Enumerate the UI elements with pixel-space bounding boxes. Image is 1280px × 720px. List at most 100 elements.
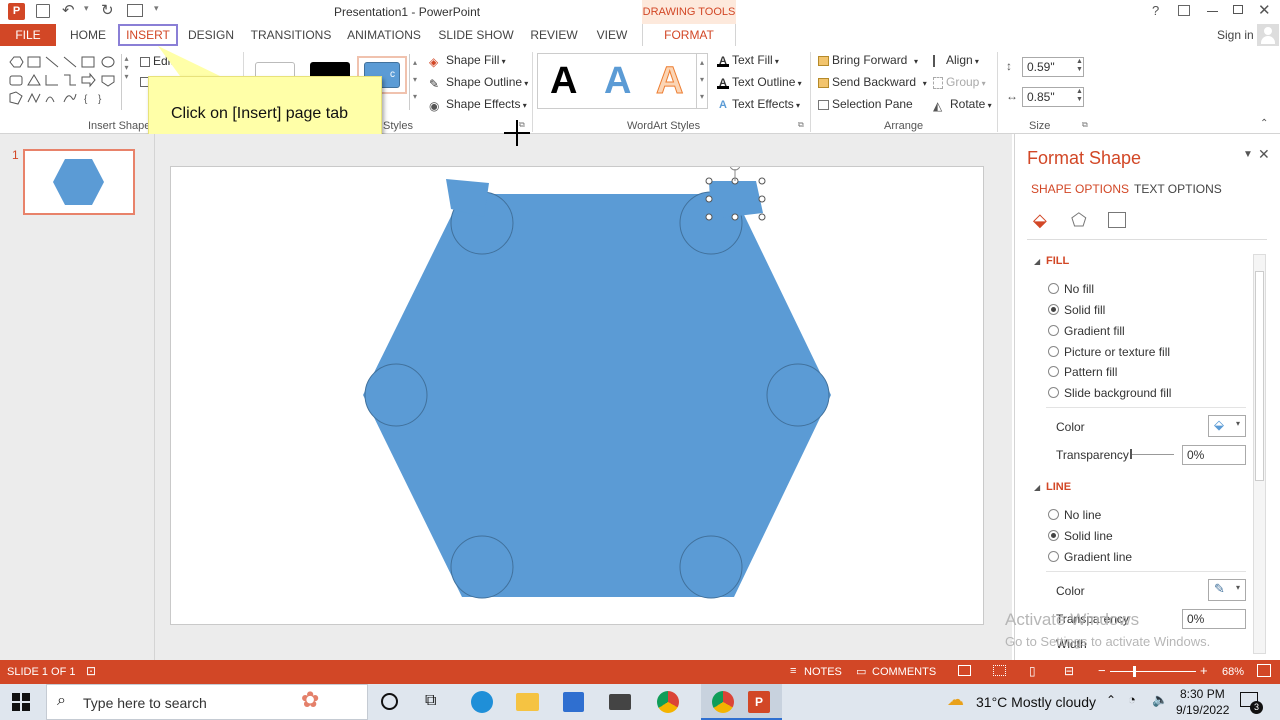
zoom-slider[interactable] [1110,671,1196,672]
redo-icon[interactable]: ↻ [101,1,114,19]
fill-color-picker[interactable]: ⬙ ▾ [1208,415,1246,437]
edge-browser-icon[interactable] [471,691,493,713]
tab-slide-show[interactable]: SLIDE SHOW [438,24,514,46]
tab-format[interactable]: FORMAT [642,24,736,46]
slide-thumbnail[interactable] [23,149,135,215]
slide-sorter-view-icon[interactable] [993,665,1006,676]
wordart-gallery[interactable]: A A A [537,53,697,109]
pane-options-icon[interactable]: ▼ [1243,149,1253,160]
fit-slide-icon[interactable] [1257,664,1271,677]
radio-gradient-fill[interactable] [1048,325,1059,336]
fill-line-icon[interactable]: ⬙ [1033,210,1047,231]
hidden-icons-chevron-icon[interactable]: ⌃ [1106,693,1116,707]
fill-collapse-icon[interactable]: ◢ [1034,257,1040,266]
fill-transparency-slider[interactable] [1130,454,1174,455]
radio-picture-fill[interactable] [1048,346,1059,357]
option-no-line[interactable]: No line [1064,508,1101,522]
ribbon-display-options-icon[interactable] [1178,5,1190,16]
parallelogram-shape[interactable] [446,179,489,217]
radio-solid-fill[interactable] [1048,304,1059,315]
radio-gradient-line[interactable] [1048,551,1059,562]
shape-styles-more-icon[interactable]: ▴ ▾ ▾ [409,54,420,110]
shapes-gallery-icons[interactable]: { } [6,54,131,110]
tab-review[interactable]: REVIEW [528,24,580,46]
size-launcher-icon[interactable]: ⧉ [1082,120,1088,130]
line-transparency-input[interactable]: 0% [1182,609,1246,629]
tab-view[interactable]: VIEW [592,24,632,46]
slide-show-view-icon[interactable]: ⊟ [1064,664,1074,678]
bring-forward-button[interactable]: Bring Forward ▾ [818,53,918,67]
wordart-style-black[interactable]: A [550,60,577,103]
radio-slide-background-fill[interactable] [1048,387,1059,398]
tab-shape-options[interactable]: SHAPE OPTIONS [1031,182,1129,196]
rotation-handle-icon[interactable] [729,159,741,171]
tab-animations[interactable]: ANIMATIONS [345,24,423,46]
selected-shape[interactable] [709,181,763,219]
effects-pentagon-icon[interactable]: ⬠ [1071,210,1087,231]
powerpoint-taskbar-icon[interactable]: P [748,691,770,713]
comments-button[interactable]: COMMENTS [872,666,936,678]
zoom-level[interactable]: 68% [1222,666,1244,678]
close-icon[interactable]: ✕ [1258,1,1271,19]
save-icon[interactable] [36,4,50,18]
group-button[interactable]: Group ▾ [933,75,986,89]
line-header[interactable]: LINE [1046,481,1071,493]
selection-pane-button[interactable]: Selection Pane [818,97,913,111]
restore-icon[interactable] [1233,5,1243,14]
chrome-browser-icon[interactable] [657,691,679,713]
fill-header[interactable]: FILL [1046,255,1069,267]
shape-height-input[interactable]: 0.59" [1022,57,1084,77]
notes-button[interactable]: NOTES [804,666,842,678]
clock-date[interactable]: 9/19/2022 [1176,703,1229,717]
hexagon-shape[interactable] [363,194,831,597]
tab-design[interactable]: DESIGN [186,24,236,46]
radio-pattern-fill[interactable] [1048,366,1059,377]
text-effects-button[interactable]: A Text Effects ▾ [717,97,800,111]
collapse-ribbon-icon[interactable]: ⌃ [1260,118,1268,129]
tab-transitions[interactable]: TRANSITIONS [250,24,332,46]
send-backward-button[interactable]: Send Backward ▾ [818,75,927,89]
wifi-icon[interactable]: ◔ [1128,692,1136,707]
shapes-gallery-more-icon[interactable]: ▴ ▾ ▾ [121,54,131,110]
zoom-out-icon[interactable]: − [1098,663,1106,678]
zoom-in-icon[interactable]: + [1200,663,1208,678]
line-collapse-icon[interactable]: ◢ [1034,483,1040,492]
radio-no-fill[interactable] [1048,283,1059,294]
tab-file[interactable]: FILE [0,24,56,46]
line-color-picker[interactable]: ✎ ▾ [1208,579,1246,601]
option-no-fill[interactable]: No fill [1064,282,1094,296]
undo-icon[interactable]: ↶ [62,1,75,19]
sign-in-link[interactable]: Sign in [1217,28,1254,42]
shape-effects-button[interactable]: ◉ Shape Effects ▾ [429,97,527,113]
tab-insert[interactable]: INSERT [118,24,178,46]
clock-time[interactable]: 8:30 PM [1180,687,1225,701]
option-pattern-fill[interactable]: Pattern fill [1064,365,1117,379]
shape-width-input[interactable]: 0.85" [1022,87,1084,107]
text-fill-button[interactable]: A Text Fill ▾ [717,53,779,67]
wordart-launcher-icon[interactable]: ⧉ [798,120,804,130]
height-spinner-icon[interactable]: ▲ ▼ [1076,58,1083,74]
size-properties-icon[interactable] [1108,212,1126,228]
radio-no-line[interactable] [1048,509,1059,520]
wordart-more-icon[interactable]: ▴ ▾ ▾ [697,53,708,109]
shapes-gallery[interactable]: { } ▴ ▾ ▾ [6,54,131,110]
option-solid-fill[interactable]: Solid fill [1064,303,1105,317]
customize-qat-icon[interactable]: ▾ [154,3,159,14]
undo-dropdown-icon[interactable]: ▾ [84,3,89,14]
text-outline-button[interactable]: A Text Outline ▾ [717,75,802,89]
rotate-button[interactable]: ◭ Rotate ▾ [933,97,992,113]
align-button[interactable]: Align ▾ [933,53,979,67]
file-explorer-icon[interactable] [516,693,539,711]
start-slideshow-icon[interactable] [127,4,143,17]
weather-icon[interactable]: ☁ [947,690,964,710]
volume-icon[interactable]: 🔈 [1152,692,1168,708]
spell-check-icon[interactable]: ⊡ [86,664,96,678]
reading-view-icon[interactable]: ▯ [1029,664,1036,678]
zoom-slider-thumb[interactable] [1133,666,1136,677]
option-gradient-line[interactable]: Gradient line [1064,550,1132,564]
pane-scrollbar[interactable] [1253,254,1266,654]
microsoft-store-icon[interactable] [563,692,584,712]
slide-content[interactable] [171,159,985,626]
shape-outline-button[interactable]: ✎ Shape Outline ▾ [429,75,528,91]
radio-solid-line[interactable] [1048,530,1059,541]
